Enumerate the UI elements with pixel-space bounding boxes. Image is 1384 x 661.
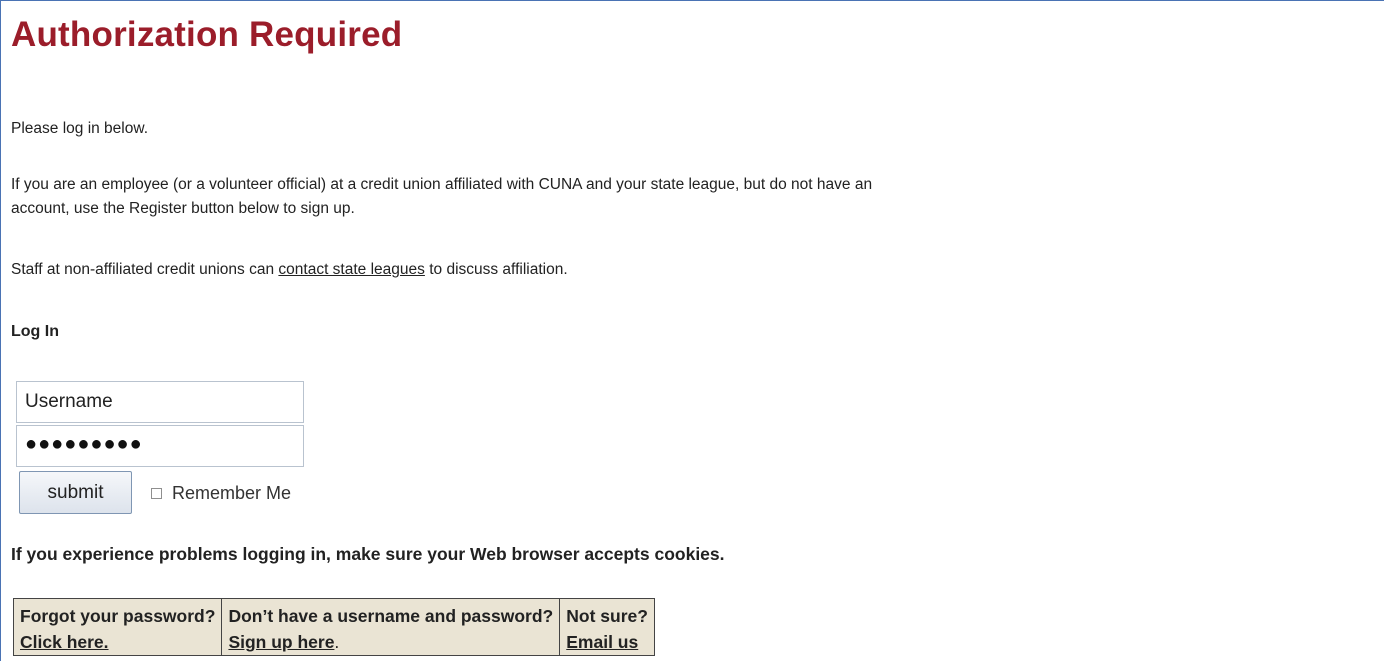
page: Authorization Required Please log in bel… (0, 0, 1384, 661)
help-table-row: Forgot your password? Click here. Don’t … (12, 598, 655, 656)
not-sure-title: Not sure? (566, 606, 648, 626)
remember-me[interactable]: Remember Me (151, 481, 291, 505)
affiliation-info-suffix: to discuss affiliation. (424, 261, 568, 278)
login-heading: Log In (11, 323, 59, 340)
sign-up-period: . (334, 632, 340, 652)
affiliation-info: Staff at non-affiliated credit unions ca… (11, 258, 568, 282)
forgot-password-title: Forgot your password? (20, 606, 216, 626)
contact-state-leagues-link[interactable]: contact state leagues (278, 261, 425, 278)
remember-me-checkbox[interactable] (151, 487, 162, 499)
registration-info-line1: If you are an employee (or a volunteer o… (11, 176, 873, 193)
submit-button[interactable]: submit (19, 471, 132, 514)
username-input[interactable] (16, 381, 304, 423)
sign-up-title: Don’t have a username and password? (228, 606, 554, 626)
affiliation-info-prefix: Staff at non-affiliated credit unions ca… (11, 261, 279, 278)
email-us-link[interactable]: Email us (566, 632, 638, 652)
intro-text: Please log in below. (11, 120, 149, 137)
cookie-notice: If you experience problems logging in, m… (11, 544, 725, 564)
password-input[interactable] (16, 425, 304, 467)
registration-info: If you are an employee (or a volunteer o… (11, 173, 1383, 221)
page-title: Authorization Required (11, 15, 403, 54)
sign-up-link[interactable]: Sign up here (228, 632, 334, 652)
forgot-password-cell: Forgot your password? Click here. (12, 598, 223, 656)
registration-info-line2: account, use the Register button below t… (11, 200, 355, 217)
help-table: Forgot your password? Click here. Don’t … (12, 598, 655, 656)
remember-me-label: Remember Me (172, 482, 292, 503)
forgot-password-link[interactable]: Click here. (20, 632, 109, 652)
sign-up-cell: Don’t have a username and password? Sign… (221, 598, 561, 656)
not-sure-cell: Not sure? Email us (559, 598, 655, 656)
